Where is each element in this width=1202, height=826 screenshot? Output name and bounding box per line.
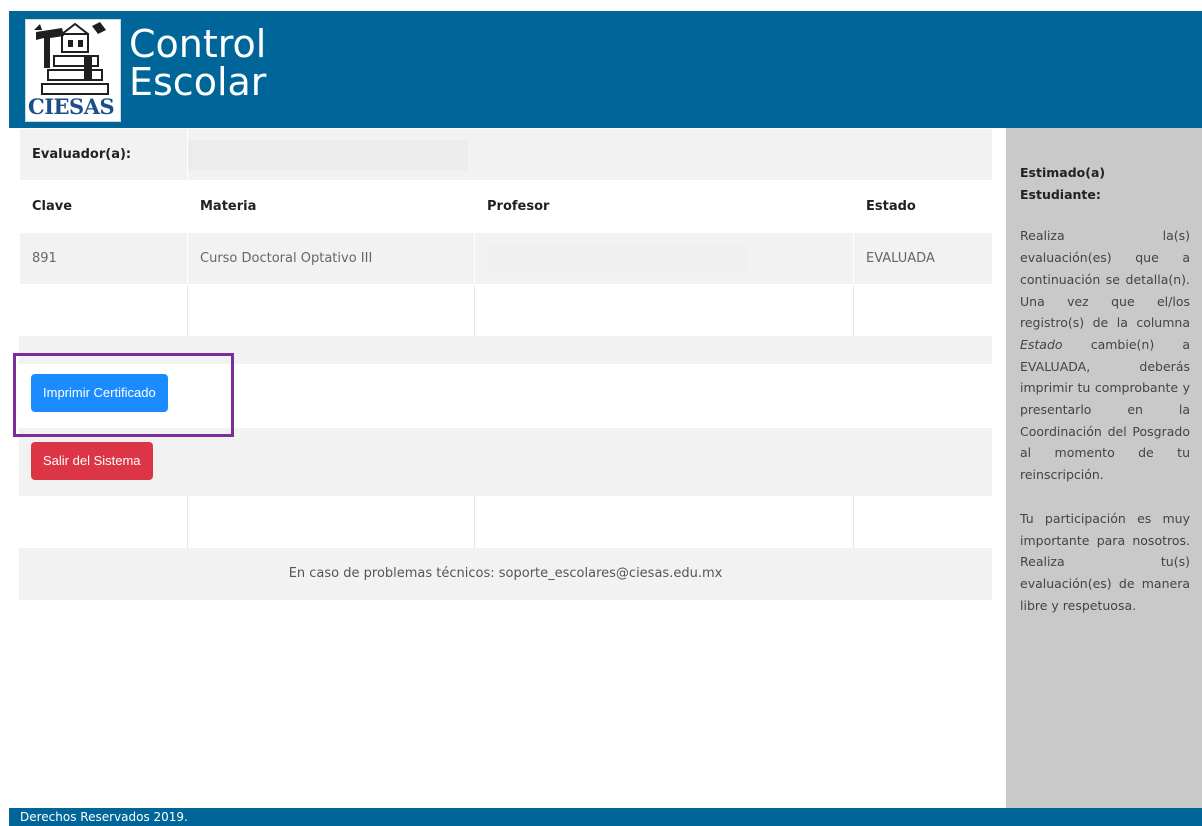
logo-emblem-icon — [26, 20, 120, 100]
column-header-estado: Estado — [852, 180, 994, 233]
support-message: En caso de problemas técnicos: soporte_e… — [19, 548, 992, 600]
sidebar-paragraph-1-a: Realiza la(s) evaluación(es) que a conti… — [1020, 228, 1190, 331]
main-panel: Evaluador(a): Clave Materia Profesor Est… — [19, 128, 994, 600]
app-title-line-2: Escolar — [129, 60, 267, 104]
footer-text: Derechos Reservados 2019. — [20, 810, 188, 824]
column-header-clave: Clave — [19, 180, 188, 233]
sidebar-heading-line-1: Estimado(a) — [1020, 165, 1106, 180]
evaluator-label: Evaluador(a): — [19, 128, 188, 181]
evaluator-row: Evaluador(a): — [19, 128, 994, 181]
sidebar-paragraph-1-b: cambie(n) a EVALUADA, deberás imprimir t… — [1020, 336, 1190, 483]
logout-button[interactable]: Salir del Sistema — [31, 442, 153, 480]
column-header-materia: Materia — [187, 180, 475, 233]
sidebar-paragraph-1: Realiza la(s) evaluación(es) que a conti… — [1020, 225, 1190, 485]
ciesas-logo: CIESAS — [25, 19, 121, 122]
cell-clave: 891 — [19, 232, 188, 285]
table-row: 891 Curso Doctoral Optativo III EVALUADA — [19, 232, 994, 285]
app-title-line-1: Control — [129, 22, 267, 66]
logo-text: CIESAS — [28, 94, 115, 119]
empty-row-2 — [19, 496, 992, 548]
highlight-box — [13, 353, 234, 437]
sidebar-paragraph-1-emphasis: Estado — [1020, 336, 1063, 352]
app-title: Control Escolar — [129, 25, 266, 101]
app-header: CIESAS Control Escolar — [9, 11, 1202, 128]
footer: Derechos Reservados 2019. — [9, 808, 1202, 826]
evaluator-name-redacted — [188, 139, 468, 170]
table-header-row: Clave Materia Profesor Estado — [19, 180, 994, 233]
column-header-profesor: Profesor — [474, 180, 854, 233]
professor-name-redacted — [487, 243, 747, 274]
empty-row — [19, 284, 994, 337]
sidebar-heading: Estimado(a) Estudiante: — [1020, 162, 1190, 205]
sidebar-paragraph-2: Tu participación es muy importante para … — [1020, 510, 1190, 613]
logout-button-row: Salir del Sistema — [19, 428, 992, 496]
evaluations-table: Evaluador(a): Clave Materia Profesor Est… — [19, 128, 994, 337]
sidebar-heading-line-2: Estudiante: — [1020, 186, 1101, 202]
cell-estado: EVALUADA — [852, 232, 994, 285]
instructions-sidebar: Estimado(a) Estudiante: Realiza la(s) ev… — [1006, 128, 1202, 808]
cell-materia: Curso Doctoral Optativo III — [187, 232, 475, 285]
